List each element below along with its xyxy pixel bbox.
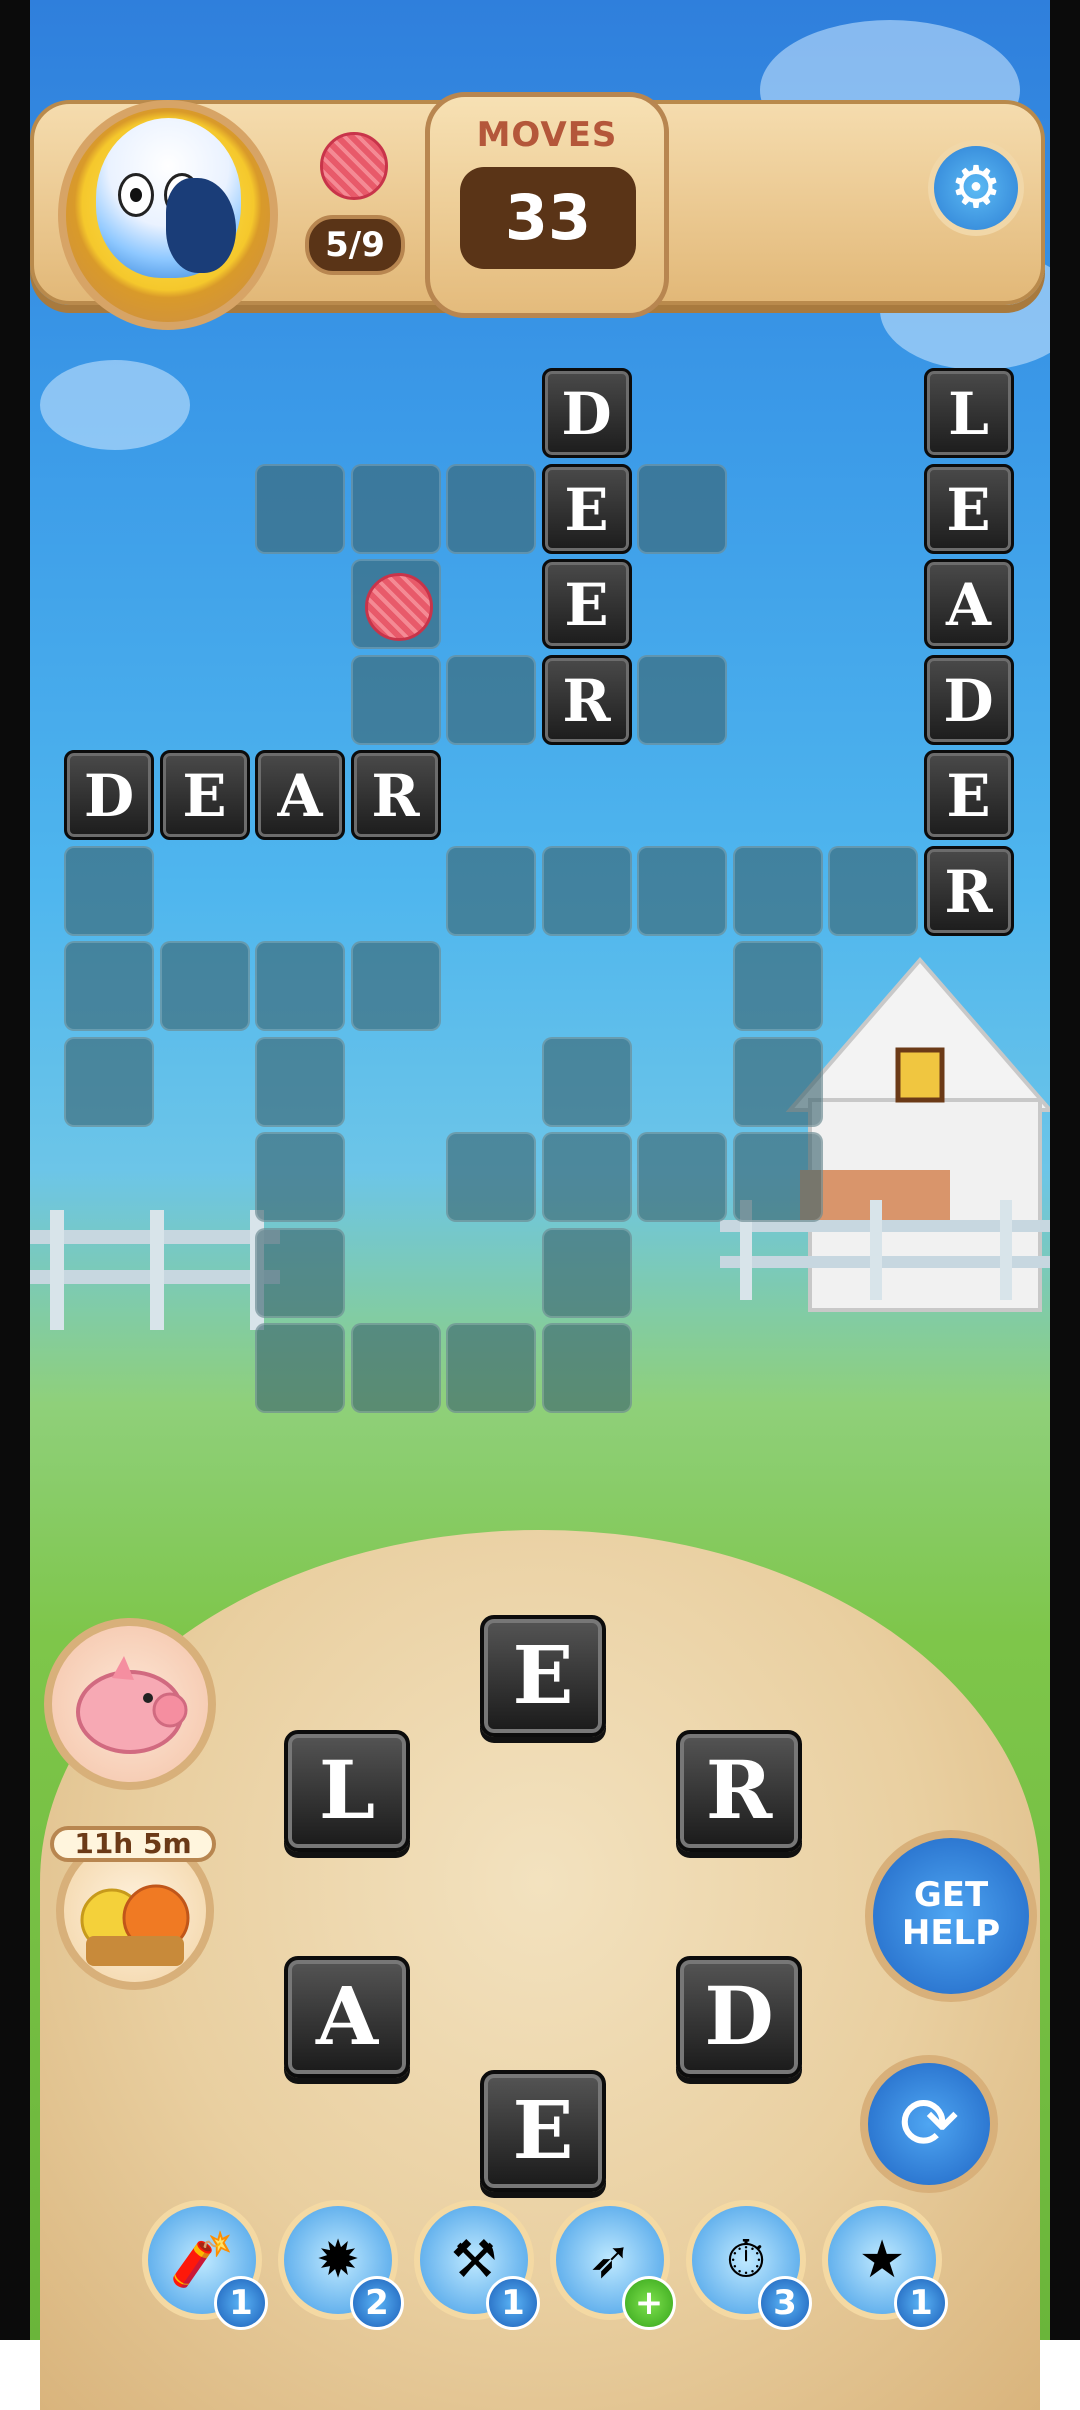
- empty-cell: [637, 1132, 727, 1222]
- screen-edge: [0, 0, 30, 2340]
- empty-cell: [541, 1036, 632, 1127]
- get-help-button[interactable]: GET HELP: [865, 1830, 1037, 2002]
- booster-rocket[interactable]: ➶ +: [550, 2200, 676, 2330]
- word-dear-letter: A: [255, 750, 345, 840]
- word-leader-letter: E: [923, 750, 1014, 840]
- word-dear-letter: R: [350, 750, 441, 840]
- word-deer-letter: E: [541, 559, 632, 649]
- empty-cell: [255, 1227, 345, 1318]
- word-leader-letter: A: [923, 559, 1014, 649]
- get-help-label: GET HELP: [901, 1875, 1001, 1953]
- empty-cell: [350, 463, 441, 554]
- empty-cell: [541, 1132, 632, 1222]
- wheel-letter[interactable]: E: [480, 2070, 606, 2192]
- empty-cell: [255, 1132, 345, 1222]
- empty-cell: [350, 941, 441, 1031]
- booster-stopwatch[interactable]: ⏱ 3: [686, 2200, 812, 2330]
- word-leader-letter: D: [923, 654, 1014, 745]
- empty-cell: [350, 654, 441, 745]
- empty-cell: [350, 1323, 441, 1413]
- booster-add[interactable]: +: [622, 2276, 676, 2330]
- piggy-bank-button[interactable]: [44, 1618, 216, 1790]
- word-leader-letter: R: [923, 845, 1014, 936]
- moves-counter: MOVES 33: [425, 92, 669, 318]
- empty-cell: [541, 1323, 632, 1413]
- empty-cell: [732, 845, 823, 936]
- booster-count: 2: [350, 2276, 404, 2330]
- yarn-icon: [320, 132, 388, 200]
- yarn-icon: [364, 573, 433, 641]
- empty-cell: [446, 1323, 536, 1413]
- fence-decoration: [30, 1210, 280, 1330]
- yarn-progress: 5/9: [305, 215, 405, 275]
- parrot-avatar[interactable]: [58, 100, 278, 330]
- beak-icon: [166, 178, 236, 273]
- empty-cell: [255, 1036, 345, 1127]
- shuffle-button[interactable]: ⟳: [860, 2055, 998, 2193]
- empty-cell: [828, 845, 918, 936]
- booster-count: 1: [214, 2276, 268, 2330]
- word-leader-letter: E: [923, 463, 1014, 554]
- empty-cell: [541, 845, 632, 936]
- empty-cell: [159, 941, 250, 1031]
- empty-cell: [64, 941, 154, 1031]
- moves-label: MOVES: [476, 115, 618, 155]
- event-timer: 11h 5m: [50, 1826, 216, 1862]
- moves-value: 33: [460, 167, 636, 269]
- empty-cell: [732, 941, 823, 1031]
- booster-dynamite[interactable]: ✹ 2: [278, 2200, 404, 2330]
- gear-icon: ⚙: [950, 153, 1002, 221]
- wheel-letter[interactable]: E: [480, 1615, 606, 1737]
- wheel-letter[interactable]: A: [284, 1956, 410, 2078]
- yarn-cell: [350, 559, 441, 649]
- empty-cell: [255, 463, 345, 554]
- empty-cell: [732, 1132, 823, 1222]
- screen-edge: [1050, 0, 1080, 2340]
- word-dear-letter: D: [64, 750, 154, 840]
- word-leader-letter: L: [923, 368, 1014, 458]
- booster-hammer[interactable]: ⚒ 1: [414, 2200, 540, 2330]
- wheel-letter[interactable]: R: [676, 1730, 802, 1852]
- word-deer-letter: E: [541, 463, 632, 554]
- word-dear-letter: E: [159, 750, 250, 840]
- empty-cell: [637, 463, 727, 554]
- piggy-bank-icon: [76, 1656, 188, 1754]
- parrot-icon: [96, 118, 241, 278]
- refresh-icon: ⟳: [898, 2081, 960, 2165]
- empty-cell: [255, 1323, 345, 1413]
- booster-count: 3: [758, 2276, 812, 2330]
- wheel-letter[interactable]: D: [676, 1956, 802, 2078]
- empty-cell: [637, 654, 727, 745]
- empty-cell: [64, 1036, 154, 1127]
- empty-cell: [637, 845, 727, 936]
- empty-cell: [732, 1036, 823, 1127]
- empty-cell: [541, 1227, 632, 1318]
- cloud-decoration: [40, 360, 190, 450]
- empty-cell: [446, 654, 536, 745]
- wheel-letter[interactable]: L: [284, 1730, 410, 1852]
- word-deer-letter: D: [541, 368, 632, 458]
- empty-cell: [446, 463, 536, 554]
- word-deer-letter: R: [541, 654, 632, 745]
- booster-count: 1: [894, 2276, 948, 2330]
- booster-count: 1: [486, 2276, 540, 2330]
- empty-cell: [255, 941, 345, 1031]
- empty-cell: [446, 1132, 536, 1222]
- booster-magic-wand[interactable]: ★ 1: [822, 2200, 948, 2330]
- eye-icon: [118, 173, 154, 217]
- settings-button[interactable]: ⚙: [928, 140, 1024, 236]
- empty-cell: [446, 845, 536, 936]
- booster-firecracker[interactable]: 🧨 1: [142, 2200, 268, 2330]
- empty-cell: [64, 845, 154, 936]
